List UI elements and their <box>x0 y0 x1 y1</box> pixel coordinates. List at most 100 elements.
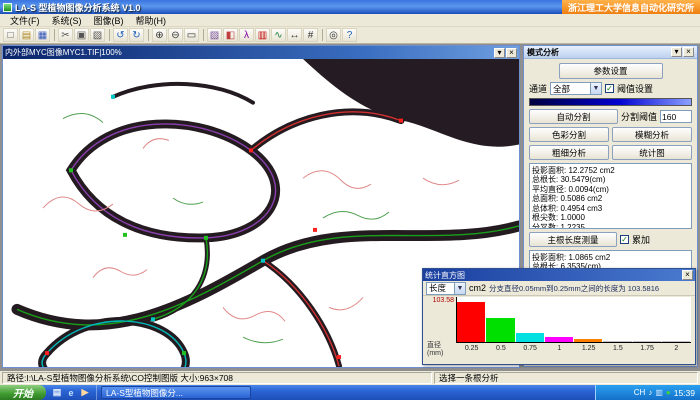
image-window-close-button[interactable]: × <box>506 48 517 58</box>
title-bar: LA-S 型植物图像分析系统 V1.0 浙江理工大学信息自动化研究所 <box>0 0 700 14</box>
status-bar: 路径:I:\LA-S型植物图像分析系统\CO控制图版 大小:963×708 选择… <box>0 371 700 385</box>
histogram-close-button[interactable]: × <box>682 270 693 280</box>
zoom-out-icon[interactable]: ⊖ <box>168 28 183 42</box>
histogram-tick-0.25: 0.25 <box>457 345 486 352</box>
menu-help[interactable]: 帮助(H) <box>130 14 173 27</box>
auto-split-button[interactable]: 自动分割 <box>529 109 618 124</box>
main-root-measure-button[interactable]: 主根长度测量 <box>529 232 617 247</box>
zoom-fit-icon[interactable]: ▭ <box>184 28 199 42</box>
parameter-settings-button[interactable]: 参数设置 <box>559 63 663 79</box>
menu-bar: 文件(F) 系统(S) 图像(B) 帮助(H) <box>0 14 700 27</box>
volume-icon[interactable]: ♪ <box>648 388 652 397</box>
status-hint: 选择一条根分析 <box>434 372 698 384</box>
histogram-tick-1.5: 1.5 <box>603 345 632 352</box>
show-desktop-icon[interactable]: ▤ <box>51 387 63 399</box>
antivirus-icon[interactable]: ● <box>666 388 671 397</box>
settings-icon[interactable]: ◎ <box>326 28 341 42</box>
menu-file[interactable]: 文件(F) <box>4 14 46 27</box>
quick-launch: ▤e▶ <box>46 385 97 400</box>
help-icon[interactable]: ? <box>342 28 357 42</box>
analysis-buttons-row2: 粗细分析 统计图 <box>529 145 692 160</box>
image-window-title: 内外部MYC图像MYC1.TIF|100% <box>5 47 493 58</box>
stats-chart-button[interactable]: 统计图 <box>612 145 692 160</box>
threshold-checkbox[interactable]: ✓ <box>605 84 614 93</box>
thickness-analysis-button[interactable]: 粗细分析 <box>529 145 609 160</box>
toolbar-separator <box>203 29 204 41</box>
channel-view-icon[interactable]: ▨ <box>207 28 222 42</box>
menu-system[interactable]: 系统(S) <box>46 14 88 27</box>
tray-clock[interactable]: 15:39 <box>674 388 695 398</box>
split-threshold-input[interactable] <box>660 110 692 123</box>
app-window: LA-S 型植物图像分析系统 V1.0 浙江理工大学信息自动化研究所 文件(F)… <box>0 0 700 400</box>
color-split-button[interactable]: 色彩分割 <box>529 127 609 142</box>
toolbar-separator <box>148 29 149 41</box>
channel-select[interactable]: 全部 ▼ <box>550 82 602 95</box>
histogram-tick-1: 1 <box>545 345 574 352</box>
histogram-tick-0.5: 0.5 <box>486 345 515 352</box>
mdi-area: 内外部MYC图像MYC1.TIF|100% ▾ × <box>0 44 700 371</box>
analysis-panel-header: 模式分析 ▾ × <box>524 46 697 59</box>
threshold-gradient-bar[interactable] <box>529 98 692 106</box>
network-status-icon[interactable]: ▥ <box>655 388 663 397</box>
image-window-titlebar[interactable]: 内外部MYC图像MYC1.TIF|100% ▾ × <box>3 46 519 59</box>
histogram-title: 统计直方图 <box>425 270 681 281</box>
split-row: 自动分割 分割阈值 <box>529 109 692 124</box>
panel-menu-button[interactable]: ▾ <box>671 47 682 57</box>
accumulate-checkbox[interactable]: ✓ <box>620 235 629 244</box>
results-text-1: 投影面积: 12.2752 cm2 总根长: 30.5479(cm) 平均直径:… <box>529 163 692 229</box>
histogram-y-max-label: 103.58 <box>433 297 454 304</box>
analysis-panel-title: 模式分析 <box>527 47 670 58</box>
media-player-icon[interactable]: ▶ <box>79 387 91 399</box>
measure-row: 主根长度测量 ✓ 累加 <box>529 232 692 247</box>
histogram-tick-1.75: 1.75 <box>633 345 662 352</box>
zoom-in-icon[interactable]: ⊕ <box>152 28 167 42</box>
ime-language-icon[interactable]: CH <box>634 388 646 397</box>
menu-image[interactable]: 图像(B) <box>88 14 130 27</box>
paste-icon[interactable]: ▧ <box>90 28 105 42</box>
internet-explorer-icon[interactable]: e <box>65 387 77 399</box>
undo-icon[interactable]: ↺ <box>113 28 128 42</box>
histogram-info-text: 分支直径0.05mm到0.25mm之间的长度为 103.5816 <box>489 283 659 294</box>
histogram-tool-icon[interactable]: ▥ <box>255 28 270 42</box>
curve-tool-icon[interactable]: ∿ <box>271 28 286 42</box>
copy-icon[interactable]: ▣ <box>74 28 89 42</box>
chevron-down-icon[interactable]: ▼ <box>590 83 601 94</box>
histogram-bars <box>457 297 691 343</box>
histogram-type-value: 长度 <box>429 282 446 294</box>
window-title: LA-S 型植物图像分析系统 V1.0 <box>15 1 562 14</box>
analyze-icon[interactable]: λ <box>239 28 254 42</box>
histogram-toolbar: 长度 ▼ cm2 分支直径0.05mm到0.25mm之间的长度为 103.581… <box>423 281 695 296</box>
redo-icon[interactable]: ↻ <box>129 28 144 42</box>
taskbar-task-button[interactable]: LA-S型植物图像分... <box>101 386 251 399</box>
color-split-icon[interactable]: ◧ <box>223 28 238 42</box>
histogram-y-axis: 103.58 <box>427 297 457 343</box>
histogram-unit-label: cm2 <box>469 283 486 293</box>
app-icon <box>3 3 12 12</box>
histogram-bar-0.25 <box>457 302 485 342</box>
fine-roots <box>43 114 477 343</box>
toolbar-separator <box>54 29 55 41</box>
open-file-icon[interactable]: ▤ <box>19 28 34 42</box>
system-tray: CH♪▥● 15:39 <box>595 385 700 400</box>
chevron-down-icon[interactable]: ▼ <box>454 283 465 294</box>
measure-tool-icon[interactable]: ↔ <box>287 28 302 42</box>
histogram-bar-2 <box>662 341 690 342</box>
channel-label: 通道 <box>529 82 547 95</box>
start-button[interactable]: 开始 <box>0 385 46 400</box>
histogram-x-axis: 直径(mm) 0.250.50.7511.251.51.752 <box>427 343 691 353</box>
toolbar-separator <box>322 29 323 41</box>
histogram-bar-1.5 <box>603 341 631 342</box>
fuzzy-analysis-button[interactable]: 模糊分析 <box>612 127 692 142</box>
panel-close-button[interactable]: × <box>683 47 694 57</box>
histogram-ticks: 0.250.50.7511.251.51.752 <box>457 345 691 352</box>
histogram-type-select[interactable]: 长度 ▼ <box>426 282 466 295</box>
channel-select-value: 全部 <box>553 83 570 95</box>
split-threshold-label: 分割阈值 <box>621 110 657 123</box>
new-image-icon[interactable]: □ <box>3 28 18 42</box>
analysis-buttons-row1: 色彩分割 模糊分析 <box>529 127 692 142</box>
image-window-menu-button[interactable]: ▾ <box>494 48 505 58</box>
save-file-icon[interactable]: ▦ <box>35 28 50 42</box>
histogram-titlebar[interactable]: 统计直方图 × <box>423 269 695 281</box>
cut-icon[interactable]: ✂ <box>58 28 73 42</box>
grid-tool-icon[interactable]: # <box>303 28 318 42</box>
